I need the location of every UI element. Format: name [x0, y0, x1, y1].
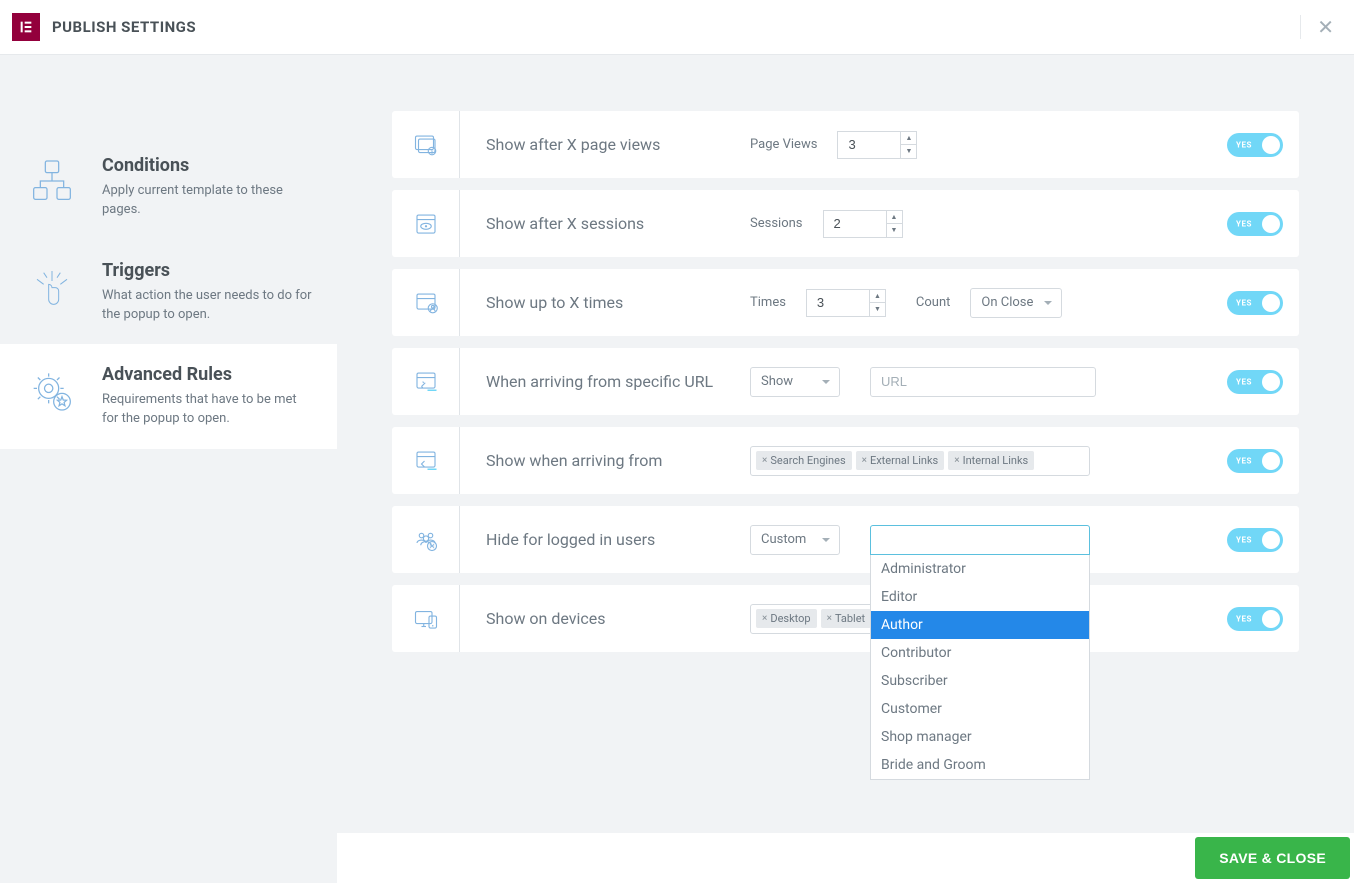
sidebar-item-triggers[interactable]: Triggers What action the user needs to d…	[0, 240, 337, 345]
tag-item[interactable]: ×Tablet	[821, 609, 872, 628]
close-icon[interactable]: ✕	[1300, 15, 1334, 39]
field-label: Page Views	[750, 137, 817, 152]
toggle-page-views[interactable]: YES	[1227, 133, 1283, 157]
url-icon	[392, 348, 460, 415]
page-title: PUBLISH SETTINGS	[52, 18, 196, 36]
rule-label: Hide for logged in users	[460, 530, 750, 549]
triggers-icon	[22, 260, 82, 325]
tag-item[interactable]: ×Desktop	[756, 609, 817, 628]
rule-label: Show when arriving from	[460, 451, 750, 470]
rule-sessions: Show after X sessions Sessions ▲▼ YES	[392, 190, 1299, 257]
footer: SAVE & CLOSE	[337, 833, 1354, 883]
role-dropdown: AdministratorEditorAuthorContributorSubs…	[870, 555, 1090, 780]
rule-arriving: Show when arriving from ×Search Engines …	[392, 427, 1299, 494]
rule-times: Show up to X times Times ▲▼ Count On Clo…	[392, 269, 1299, 336]
remove-tag-icon[interactable]: ×	[862, 455, 867, 466]
arriving-icon	[392, 427, 460, 494]
times-icon	[392, 269, 460, 336]
advanced-rules-icon	[22, 364, 82, 429]
toggle-arriving[interactable]: YES	[1227, 449, 1283, 473]
role-option[interactable]: Subscriber	[871, 667, 1089, 695]
sidebar-item-advanced-rules[interactable]: Advanced Rules Requirements that have to…	[0, 344, 337, 449]
remove-tag-icon[interactable]: ×	[762, 455, 767, 466]
svg-text:$: $	[430, 148, 433, 155]
remove-tag-icon[interactable]: ×	[827, 613, 832, 624]
rule-logged-in: Hide for logged in users Custom Administ…	[392, 506, 1299, 573]
sidebar-title: Conditions	[102, 155, 315, 176]
stepper-icon[interactable]: ▲▼	[869, 290, 885, 316]
tag-item[interactable]: ×Search Engines	[756, 451, 852, 470]
count-select[interactable]: On Close	[970, 288, 1062, 318]
stepper-icon[interactable]: ▲▼	[886, 211, 902, 237]
save-close-button[interactable]: SAVE & CLOSE	[1195, 837, 1350, 879]
sidebar-item-conditions[interactable]: Conditions Apply current template to the…	[0, 135, 337, 240]
header: PUBLISH SETTINGS ✕	[0, 0, 1354, 55]
rule-label: Show up to X times	[460, 293, 750, 312]
sidebar-desc: Apply current template to these pages.	[102, 182, 315, 220]
arriving-tags[interactable]: ×Search Engines ×External Links ×Interna…	[750, 446, 1090, 476]
tag-item[interactable]: ×Internal Links	[948, 451, 1034, 470]
toggle-url[interactable]: YES	[1227, 370, 1283, 394]
sidebar: Conditions Apply current template to the…	[0, 55, 337, 883]
role-option[interactable]: Bride and Groom	[871, 751, 1089, 779]
sidebar-title: Triggers	[102, 260, 315, 281]
role-option[interactable]: Shop manager	[871, 723, 1089, 751]
rule-devices: Show on devices ×Desktop ×Tablet YES	[392, 585, 1299, 652]
tag-item[interactable]: ×External Links	[856, 451, 945, 470]
logged-in-icon	[392, 506, 460, 573]
content-area: $ Show after X page views Page Views ▲▼ …	[337, 55, 1354, 883]
field-label: Times	[750, 295, 786, 310]
toggle-devices[interactable]: YES	[1227, 607, 1283, 631]
url-input[interactable]	[870, 367, 1096, 397]
role-option[interactable]: Customer	[871, 695, 1089, 723]
field-label: Count	[916, 295, 950, 310]
rule-label: Show after X page views	[460, 135, 750, 154]
elementor-logo	[12, 13, 40, 41]
field-label: Sessions	[750, 216, 803, 231]
rule-url: When arriving from specific URL Show YES	[392, 348, 1299, 415]
rule-label: Show after X sessions	[460, 214, 750, 233]
role-search-input[interactable]	[870, 525, 1090, 555]
toggle-sessions[interactable]: YES	[1227, 212, 1283, 236]
toggle-times[interactable]: YES	[1227, 291, 1283, 315]
sidebar-title: Advanced Rules	[102, 364, 315, 385]
sessions-icon	[392, 190, 460, 257]
role-option[interactable]: Contributor	[871, 639, 1089, 667]
devices-icon	[392, 585, 460, 652]
page-views-icon: $	[392, 111, 460, 178]
sidebar-desc: Requirements that have to be met for the…	[102, 391, 315, 429]
sidebar-desc: What action the user needs to do for the…	[102, 287, 315, 325]
rule-page-views: $ Show after X page views Page Views ▲▼ …	[392, 111, 1299, 178]
remove-tag-icon[interactable]: ×	[762, 613, 767, 624]
devices-tags[interactable]: ×Desktop ×Tablet	[750, 604, 880, 634]
logged-in-mode-select[interactable]: Custom	[750, 525, 840, 555]
rule-label: Show on devices	[460, 609, 750, 628]
remove-tag-icon[interactable]: ×	[954, 455, 959, 466]
toggle-logged-in[interactable]: YES	[1227, 528, 1283, 552]
url-mode-select[interactable]: Show	[750, 367, 840, 397]
role-option[interactable]: Administrator	[871, 555, 1089, 583]
conditions-icon	[22, 155, 82, 220]
rule-label: When arriving from specific URL	[460, 372, 750, 391]
role-option[interactable]: Author	[871, 611, 1089, 639]
role-option[interactable]: Editor	[871, 583, 1089, 611]
stepper-icon[interactable]: ▲▼	[900, 132, 916, 158]
